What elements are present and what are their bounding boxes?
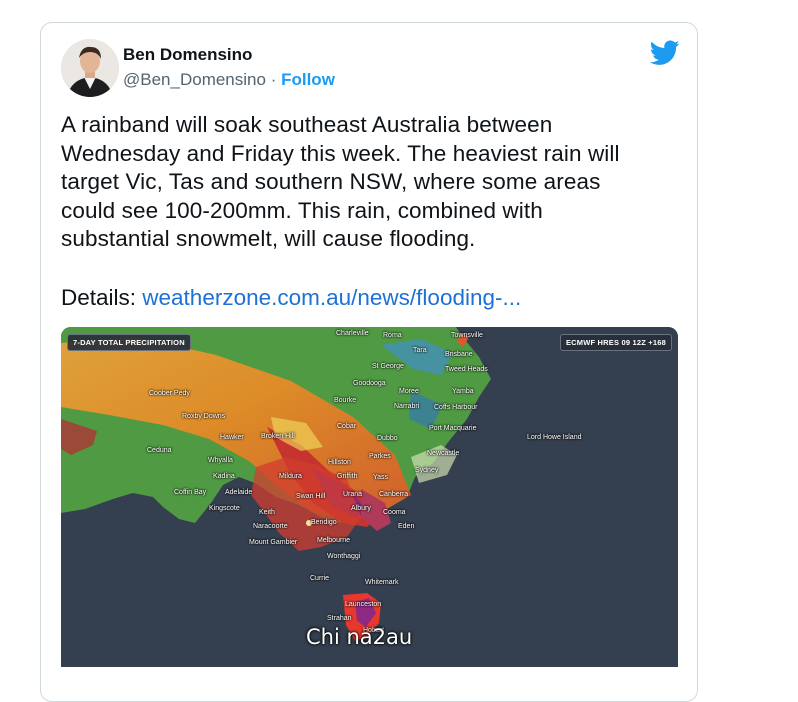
place-label: Roxby Downs [182,413,226,420]
place-label: St George [372,363,404,370]
place-label: Tweed Heads [445,366,488,373]
place-label: Lord Howe Island [527,434,582,441]
author-meta-row: @Ben_Domensino · Follow [123,70,335,90]
place-label: Keith [259,509,275,516]
place-label: Brisbane [445,351,473,358]
place-label: Griffith [337,473,358,480]
place-label: Broken Hill [261,433,295,440]
place-label: Townsville [451,332,483,339]
place-label: Bourke [334,397,357,404]
place-label: Roma [383,332,402,339]
place-label: Whyalla [208,457,233,464]
place-label: Sydney [415,467,439,474]
place-label: Naracoorte [253,523,288,530]
place-label: Coffs Harbour [434,404,478,411]
place-label: Strahan [327,615,352,622]
author-name[interactable]: Ben Domensino [123,45,252,65]
place-label: Bendigo [311,519,337,526]
place-label: Ceduna [147,447,172,454]
place-label: Dubbo [377,435,398,442]
place-label: Canberra [379,491,409,498]
map-model-badge: ECMWF HRES 09 12Z +168 [559,334,672,351]
place-label: Hawker [220,434,244,441]
place-label: Swan Hill [296,493,326,500]
tweet-text: A rainband will soak southeast Australia… [61,112,620,251]
place-label: Melbourne [317,537,351,544]
place-label: Port Macquarie [429,425,477,432]
avatar[interactable] [61,39,119,97]
place-label: Cobar [337,423,357,430]
place-label: Goodooga [353,380,386,387]
separator-dot: · [270,70,277,89]
details-row: Details: weatherzone.com.au/news/floodin… [61,285,521,311]
place-label: Cooma [383,509,406,516]
watermark: Chi na2au [306,625,413,649]
map-graphic [61,327,678,667]
place-label: Albury [351,505,371,512]
place-label: Charleville [336,330,369,337]
precipitation-map[interactable]: 7-DAY TOTAL PRECIPITATION ECMWF HRES 09 … [61,327,678,667]
place-label: Kadina [213,473,235,480]
place-label: Whitemark [365,579,399,586]
tweet-card[interactable]: Ben Domensino @Ben_Domensino · Follow A … [40,22,698,702]
author-handle[interactable]: @Ben_Domensino [123,70,266,89]
place-label: Narrabri [394,403,420,410]
place-label: Parkes [369,453,391,460]
place-label: Urana [343,491,363,498]
details-label: Details: [61,285,143,310]
place-label: Kingscote [209,505,240,512]
place-label: Newcastle [427,450,460,457]
place-label: Eden [398,523,415,530]
place-label: Moree [399,388,419,395]
place-label: Coober Pedy [149,390,190,397]
place-label: Yass [373,474,389,481]
place-label: Launceston [345,601,382,608]
follow-button[interactable]: Follow [281,70,335,89]
place-label: Currie [310,575,330,582]
details-link[interactable]: weatherzone.com.au/news/flooding-... [142,285,521,310]
place-label: Hillston [328,459,351,466]
place-label: Mildura [279,473,302,480]
place-label: Wonthaggi [327,553,361,560]
map-legend-badge: 7-DAY TOTAL PRECIPITATION [67,334,191,351]
place-label: Tara [413,347,427,354]
place-label: Coffin Bay [174,489,207,496]
place-label: Yamba [452,388,474,395]
place-label: Mount Gambier [249,539,298,546]
place-label: Adelaide [225,489,253,496]
twitter-bird-icon[interactable] [650,40,680,66]
